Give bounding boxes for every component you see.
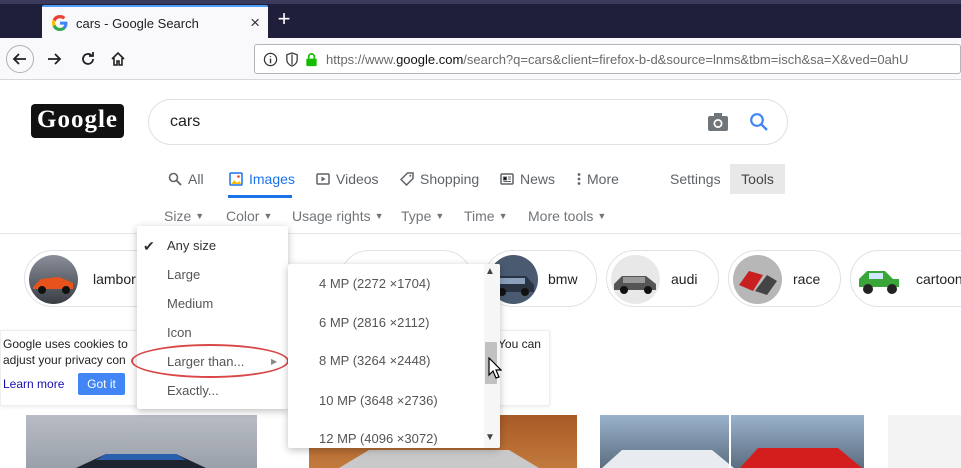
chip-thumbnail [611, 255, 660, 304]
learn-more-link[interactable]: Learn more [3, 377, 64, 391]
camera-icon[interactable] [707, 112, 729, 132]
result-image[interactable] [26, 415, 257, 468]
new-tab-button[interactable]: + [272, 6, 296, 32]
cookie-text: adjust your privacy con [3, 353, 126, 367]
chip-label: lambor [93, 271, 136, 287]
filter-type[interactable]: Type ▼ [401, 208, 444, 224]
more-vert-icon [577, 173, 581, 185]
news-icon [500, 173, 514, 185]
size-option-any[interactable]: Any size [167, 238, 216, 253]
result-image[interactable] [600, 415, 864, 468]
chip-bmw[interactable]: bmw [484, 250, 597, 307]
chip-label: audi [671, 271, 698, 287]
search-icon [168, 172, 182, 186]
larger-than-option[interactable]: 12 MP (4096 ×3072) [319, 431, 438, 446]
search-icon[interactable] [749, 112, 769, 132]
highlight-annotation [131, 344, 289, 378]
checkmark-icon: ✔ [143, 238, 155, 254]
mouse-cursor-icon [488, 357, 502, 379]
lock-icon[interactable] [305, 52, 318, 67]
chip-audi[interactable]: audi [606, 250, 719, 307]
back-button[interactable] [6, 45, 34, 73]
search-input[interactable]: cars [170, 113, 200, 131]
chip-thumbnail [733, 255, 782, 304]
home-icon [111, 51, 125, 66]
play-icon [316, 173, 330, 185]
caret-down-icon: ▼ [374, 211, 384, 221]
larger-than-option[interactable]: 6 MP (2816 ×2112) [319, 315, 429, 330]
window-edge [0, 0, 961, 4]
larger-than-option[interactable]: 8 MP (3264 ×2448) [319, 353, 430, 368]
caret-down-icon: ▼ [498, 211, 508, 221]
google-favicon-icon [52, 15, 68, 31]
filter-size[interactable]: Size ▼ [164, 208, 204, 224]
close-tab-icon[interactable]: × [250, 13, 260, 33]
caret-down-icon: ▼ [263, 211, 273, 221]
shield-icon[interactable] [285, 52, 299, 67]
chip-thumbnail [855, 255, 904, 304]
info-icon[interactable] [263, 52, 278, 67]
chip-race[interactable]: race [728, 250, 841, 307]
google-doodle-logo[interactable]: Google [31, 104, 124, 138]
tag-icon [400, 172, 414, 186]
filter-more-tools[interactable]: More tools ▼ [528, 208, 606, 224]
size-dropdown-menu: ✔ Any size Large Medium Icon Larger than… [137, 226, 288, 409]
home-button[interactable] [104, 45, 132, 73]
filter-usage-rights[interactable]: Usage rights ▼ [292, 208, 384, 224]
size-option-large[interactable]: Large [167, 267, 200, 282]
forward-button[interactable] [40, 45, 68, 73]
filter-color[interactable]: Color ▼ [226, 208, 272, 224]
image-icon [229, 172, 243, 186]
browser-tab-bar: cars - Google Search × + [0, 0, 961, 38]
arrow-right-icon [48, 53, 62, 65]
caret-down-icon: ▼ [435, 211, 445, 221]
settings-link[interactable]: Settings [670, 171, 721, 187]
active-tab-indicator [228, 195, 292, 198]
chevron-up-icon[interactable]: ▲ [485, 266, 495, 277]
size-option-icon[interactable]: Icon [167, 325, 192, 340]
caret-down-icon: ▼ [195, 211, 205, 221]
arrow-left-icon [12, 53, 26, 65]
tab-more[interactable]: More [577, 171, 619, 187]
tab-news[interactable]: News [500, 171, 555, 187]
larger-than-submenu: 4 MP (2272 ×1704) 6 MP (2816 ×2112) 8 MP… [288, 264, 500, 448]
chip-label: bmw [548, 271, 578, 287]
chip-cartoon[interactable]: cartoon [850, 250, 961, 307]
search-box[interactable]: cars [148, 99, 788, 145]
browser-tab[interactable]: cars - Google Search × [42, 5, 268, 38]
size-option-medium[interactable]: Medium [167, 296, 213, 311]
got-it-button[interactable]: Got it [78, 373, 125, 395]
tab-images[interactable]: Images [229, 171, 295, 187]
tab-title: cars - Google Search [76, 16, 199, 31]
url-text[interactable]: https://www.google.com/search?q=cars&cli… [326, 52, 908, 67]
filter-time[interactable]: Time ▼ [464, 208, 508, 224]
tab-videos[interactable]: Videos [316, 171, 379, 187]
cookie-text: You can [498, 337, 541, 351]
address-bar[interactable]: https://www.google.com/search?q=cars&cli… [254, 44, 961, 74]
size-option-exactly[interactable]: Exactly... [167, 383, 219, 398]
chip-label: race [793, 271, 821, 287]
reload-icon [82, 52, 94, 65]
chip-label: cartoon [916, 271, 961, 287]
navigation-bar: https://www.google.com/search?q=cars&cli… [0, 38, 961, 80]
cookie-text: Google uses cookies to [3, 337, 128, 351]
reload-button[interactable] [74, 45, 102, 73]
tools-button[interactable]: Tools [730, 164, 785, 194]
larger-than-option[interactable]: 4 MP (2272 ×1704) [319, 276, 430, 291]
tab-all[interactable]: All [168, 171, 204, 187]
logo-text: Google [37, 106, 118, 133]
result-image[interactable] [888, 415, 961, 468]
larger-than-option[interactable]: 10 MP (3648 ×2736) [319, 393, 438, 408]
tab-shopping[interactable]: Shopping [400, 171, 479, 187]
caret-down-icon: ▼ [597, 211, 607, 221]
chip-thumbnail [29, 255, 78, 304]
chevron-down-icon[interactable]: ▼ [485, 432, 495, 443]
